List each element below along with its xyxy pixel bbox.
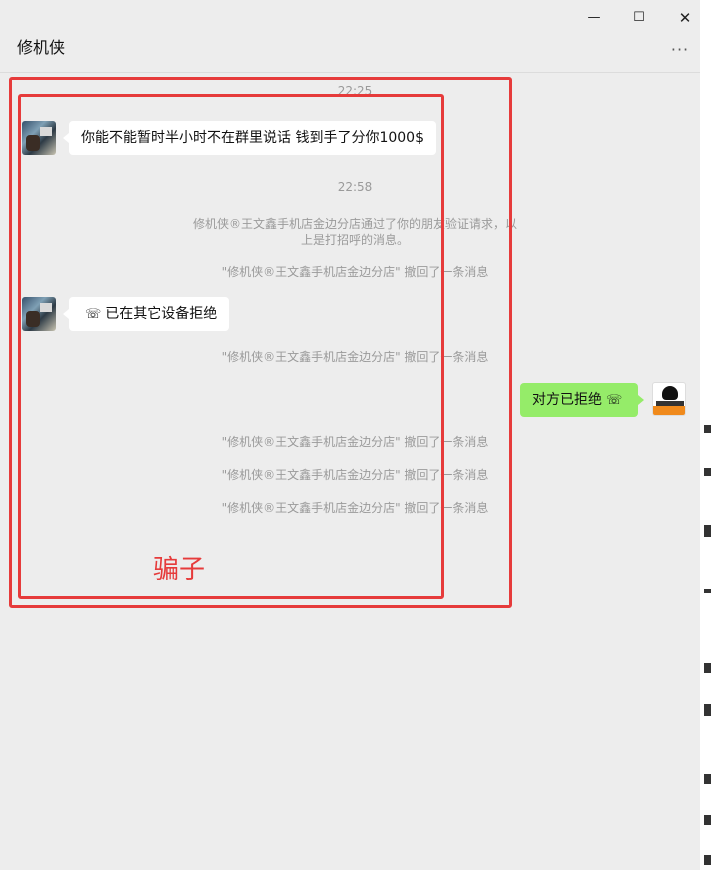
background-artifact: [704, 704, 711, 716]
more-options-icon[interactable]: ···: [664, 40, 696, 60]
background-artifact: [704, 815, 711, 825]
right-edge-background: [700, 0, 711, 870]
chat-title: 修机侠: [17, 38, 66, 57]
background-artifact: [704, 525, 711, 537]
phone-hangup-icon: ☏: [606, 393, 623, 408]
call-record-bubble-self[interactable]: 对方已拒绝 ☏: [520, 383, 645, 417]
self-avatar[interactable]: [652, 382, 686, 416]
maximize-button[interactable]: ☐: [627, 8, 651, 28]
background-artifact: [704, 774, 711, 784]
annotation-label: 骗子: [153, 555, 206, 585]
chat-header: 修机侠 — ☐ ✕ ···: [0, 0, 700, 73]
background-artifact: [704, 425, 711, 433]
minimize-button[interactable]: —: [582, 8, 606, 28]
annotation-box-inner: [18, 94, 444, 599]
background-artifact: [704, 468, 711, 476]
background-artifact: [704, 855, 711, 865]
close-button[interactable]: ✕: [673, 8, 697, 28]
background-artifact: [704, 589, 711, 593]
background-artifact: [704, 663, 711, 673]
call-record-text: 对方已拒绝: [532, 392, 602, 408]
